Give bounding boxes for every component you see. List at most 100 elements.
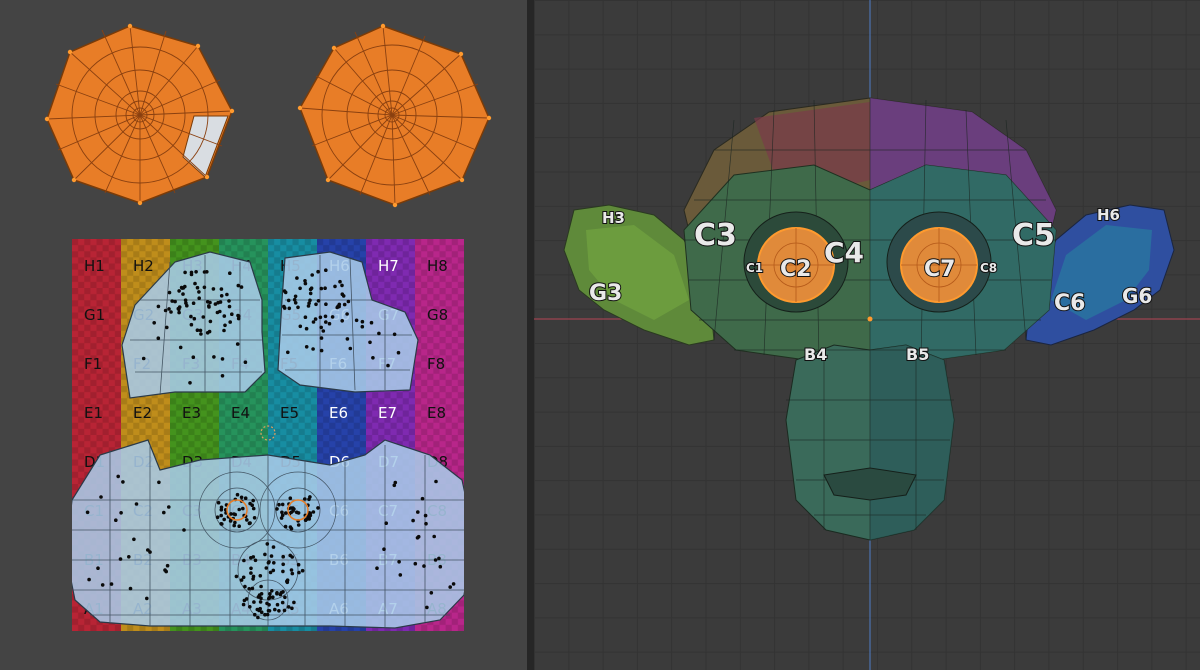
left-eye-uv-island[interactable] — [44, 23, 235, 206]
uv-vertex[interactable] — [236, 283, 241, 288]
suzanne-monkey-mesh[interactable] — [563, 97, 1175, 541]
uv-vertex[interactable] — [152, 321, 156, 325]
uv-vertex[interactable] — [300, 568, 305, 573]
uv-vertex[interactable] — [132, 537, 136, 542]
uv-vertex[interactable] — [251, 555, 256, 559]
uv-vertex[interactable] — [207, 304, 211, 308]
uv-vertex[interactable] — [411, 518, 415, 523]
uv-vertex[interactable] — [288, 496, 293, 501]
uv-vertex[interactable] — [267, 560, 271, 564]
uv-vertex[interactable] — [164, 569, 168, 574]
uv-vertex[interactable] — [235, 492, 240, 497]
uv-vertex[interactable] — [211, 287, 216, 291]
uv-vertex[interactable] — [267, 596, 271, 601]
uv-vertex[interactable] — [271, 568, 276, 573]
uv-vertex[interactable] — [223, 323, 227, 328]
uv-vertex[interactable] — [438, 564, 443, 569]
uv-vertex[interactable] — [298, 286, 302, 291]
uv-vertex[interactable] — [251, 498, 255, 503]
uv-vertex[interactable] — [340, 292, 345, 297]
uv-vertex[interactable] — [118, 557, 123, 561]
uv-vertex[interactable] — [303, 281, 308, 286]
uv-vertex[interactable] — [415, 536, 420, 540]
uv-vertex[interactable] — [250, 503, 254, 508]
uv-vertex[interactable] — [193, 281, 197, 286]
uv-vertex[interactable] — [197, 290, 201, 294]
uv-vertex[interactable] — [424, 521, 428, 526]
uv-vertex[interactable] — [199, 332, 203, 336]
uv-vertex[interactable] — [384, 521, 389, 525]
uv-vertex[interactable] — [280, 513, 285, 517]
uv-vertex[interactable] — [237, 524, 241, 528]
uv-vertex[interactable] — [327, 321, 332, 326]
uv-vertex[interactable] — [392, 332, 397, 337]
uv-vertex[interactable] — [280, 502, 285, 507]
uv-vertex[interactable] — [271, 595, 275, 599]
uv-vertex[interactable] — [268, 592, 272, 596]
uv-vertex[interactable] — [277, 609, 281, 613]
uv-vertex[interactable] — [114, 518, 118, 522]
uv-vertex[interactable] — [434, 479, 438, 484]
uv-vertex[interactable] — [377, 331, 381, 336]
uv-vertex[interactable] — [242, 598, 247, 603]
area-divider[interactable] — [527, 0, 534, 670]
uv-vertex[interactable] — [345, 337, 350, 341]
uv-vertex[interactable] — [433, 558, 438, 562]
uv-vertex[interactable] — [202, 285, 207, 290]
uv-vertex[interactable] — [258, 600, 263, 604]
uv-vertex[interactable] — [303, 315, 308, 320]
uv-vertex[interactable] — [286, 605, 291, 609]
uv-vertex[interactable] — [156, 304, 161, 309]
uv-vertex[interactable] — [369, 320, 374, 325]
uv-vertex[interactable] — [215, 515, 220, 519]
uv-vertex[interactable] — [307, 301, 311, 306]
uv-vertex[interactable] — [167, 307, 171, 311]
3d-viewport-panel[interactable]: H3 H6 C2 C7 C1 C8 C4 C3 C5 C6 B4 B5 G3 G… — [534, 0, 1200, 670]
uv-vertex[interactable] — [275, 507, 279, 511]
uv-vertex[interactable] — [181, 292, 185, 296]
uv-vertex[interactable] — [170, 299, 174, 303]
uv-vertex[interactable] — [429, 591, 434, 595]
uv-vertex[interactable] — [128, 586, 133, 591]
uv-vertex[interactable] — [296, 305, 300, 310]
uv-vertex[interactable] — [316, 269, 320, 274]
uv-vertex[interactable] — [228, 519, 233, 523]
uv-vertex[interactable] — [288, 525, 293, 529]
uv-vertex[interactable] — [208, 319, 213, 324]
uv-vertex[interactable] — [247, 521, 252, 525]
uv-vertex[interactable] — [298, 324, 303, 329]
uv-vertex[interactable] — [167, 505, 171, 509]
uv-vertex[interactable] — [236, 316, 241, 321]
uv-vertex[interactable] — [319, 348, 324, 353]
uv-vertex[interactable] — [216, 500, 221, 505]
uv-vertex[interactable] — [420, 496, 425, 501]
uv-vertex[interactable] — [267, 603, 271, 607]
uv-vertex[interactable] — [215, 310, 220, 315]
uv-vertex[interactable] — [275, 602, 280, 607]
uv-vertex[interactable] — [296, 523, 301, 527]
uv-vertex[interactable] — [309, 286, 314, 291]
uv-vertex[interactable] — [239, 578, 244, 582]
uv-vertex[interactable] — [145, 596, 149, 601]
uv-vertex[interactable] — [189, 270, 194, 275]
uv-vertex[interactable] — [269, 554, 274, 558]
uv-vertex[interactable] — [205, 300, 210, 304]
uv-vertex[interactable] — [296, 511, 301, 515]
uv-vertex[interactable] — [281, 569, 285, 574]
uv-vertex[interactable] — [194, 270, 198, 274]
uv-vertex[interactable] — [249, 566, 253, 571]
uv-vertex[interactable] — [253, 612, 257, 617]
uv-vertex[interactable] — [360, 324, 365, 329]
uv-vertex[interactable] — [398, 573, 403, 577]
uv-vertex[interactable] — [257, 608, 261, 613]
uv-vertex[interactable] — [222, 314, 227, 318]
uv-vertex[interactable] — [87, 577, 91, 582]
uv-vertex[interactable] — [222, 328, 226, 333]
uv-vertex[interactable] — [242, 558, 246, 563]
uv-vertex[interactable] — [96, 566, 100, 570]
uv-vertex[interactable] — [245, 518, 249, 522]
uv-vertex[interactable] — [233, 520, 237, 525]
uv-vertex[interactable] — [191, 355, 196, 360]
uv-vertex[interactable] — [432, 534, 437, 539]
uv-vertex[interactable] — [321, 329, 326, 333]
